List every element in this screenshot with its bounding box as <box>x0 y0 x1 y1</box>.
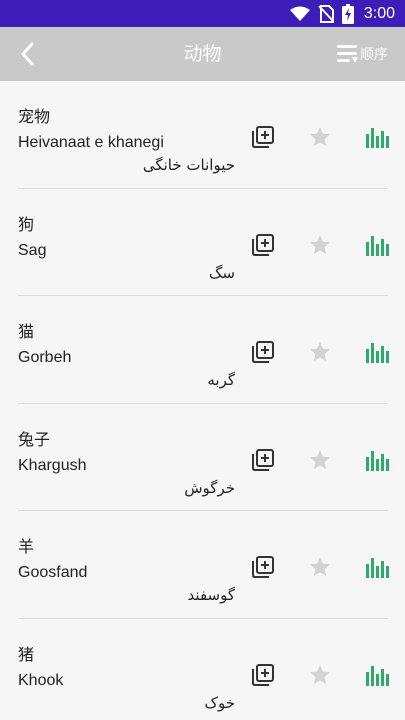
word-list-item[interactable]: 羊 Goosfand گوسفند <box>0 511 405 619</box>
page-title: 动物 <box>183 43 222 65</box>
bar-chart-icon <box>366 343 389 363</box>
word-chinese: 兔子 <box>18 429 51 449</box>
chevron-left-icon <box>21 42 34 66</box>
bar-chart-icon <box>366 450 389 471</box>
star-icon <box>310 127 330 147</box>
favorite-button[interactable] <box>308 125 332 149</box>
favorite-button[interactable] <box>308 555 332 579</box>
star-icon <box>310 664 330 684</box>
word-chinese: 猪 <box>18 644 35 664</box>
word-transliteration: Goosfand <box>18 564 88 581</box>
word-list-item[interactable]: 宠物 Heivanaat e khanegi حیوانات خانگی <box>0 81 405 189</box>
library-add-icon <box>252 556 274 578</box>
word-persian: گربه <box>207 371 235 389</box>
sort-order-label: 顺序 <box>360 47 388 63</box>
word-chinese: 宠物 <box>18 107 51 126</box>
add-to-collection-button[interactable] <box>250 124 276 150</box>
library-add-icon <box>252 663 274 686</box>
back-button[interactable] <box>12 39 42 69</box>
favorite-button[interactable] <box>308 448 332 472</box>
star-icon <box>310 449 330 469</box>
sort-icon <box>337 45 358 63</box>
stats-button[interactable] <box>364 662 390 688</box>
status-bar: 3:00 <box>0 0 405 27</box>
word-list: 宠物 Heivanaat e khanegi حیوانات خانگی 狗 S… <box>0 81 405 720</box>
library-add-icon <box>252 341 274 363</box>
word-transliteration: Sag <box>18 241 47 259</box>
no-sim-icon <box>318 4 334 23</box>
word-chinese: 狗 <box>18 214 35 234</box>
sort-order-button[interactable]: 顺序 <box>337 41 388 67</box>
battery-charging-icon <box>341 3 354 24</box>
word-persian: خرگوش <box>184 478 235 497</box>
star-icon <box>310 557 330 577</box>
app-bar: 动物 顺序 <box>0 27 405 81</box>
wifi-icon <box>289 6 310 21</box>
library-add-icon <box>252 448 274 471</box>
bar-chart-icon <box>366 558 389 578</box>
word-persian: گوسفند <box>187 586 235 604</box>
star-icon <box>310 342 330 362</box>
status-icons: 3:00 <box>289 3 395 24</box>
word-list-item[interactable]: 猫 Gorbeh گربه <box>0 296 405 404</box>
bar-chart-icon <box>366 235 389 256</box>
stats-button[interactable] <box>364 554 390 580</box>
stats-button[interactable] <box>364 232 390 258</box>
stats-button[interactable] <box>364 124 390 150</box>
add-to-collection-button[interactable] <box>250 554 276 580</box>
bar-chart-icon <box>366 128 389 148</box>
word-list-item[interactable]: 狗 Sag سگ <box>0 189 405 296</box>
favorite-button[interactable] <box>308 340 332 364</box>
word-persian: حیوانات خانگی <box>142 156 235 174</box>
word-list-item[interactable]: 兔子 Khargush خرگوش <box>0 404 405 511</box>
stats-button[interactable] <box>364 339 390 365</box>
star-icon <box>310 234 330 254</box>
word-chinese: 猫 <box>18 322 35 341</box>
word-transliteration: Khargush <box>18 456 87 474</box>
add-to-collection-button[interactable] <box>250 447 276 473</box>
add-to-collection-button[interactable] <box>250 662 276 688</box>
word-transliteration: Khook <box>18 671 64 689</box>
add-to-collection-button[interactable] <box>250 339 276 365</box>
add-to-collection-button[interactable] <box>250 232 276 258</box>
word-chinese: 羊 <box>18 537 35 556</box>
word-transliteration: Heivanaat e khanegi <box>18 134 164 151</box>
status-time: 3:00 <box>363 4 395 22</box>
favorite-button[interactable] <box>308 233 332 257</box>
library-add-icon <box>252 126 274 148</box>
bar-chart-icon <box>366 665 389 686</box>
word-transliteration: Gorbeh <box>18 349 72 366</box>
word-list-item[interactable]: 猪 Khook خوک <box>0 619 405 720</box>
library-add-icon <box>252 233 274 256</box>
word-persian: خوک <box>204 693 235 712</box>
stats-button[interactable] <box>364 447 390 473</box>
favorite-button[interactable] <box>308 663 332 687</box>
word-persian: سگ <box>209 263 235 282</box>
